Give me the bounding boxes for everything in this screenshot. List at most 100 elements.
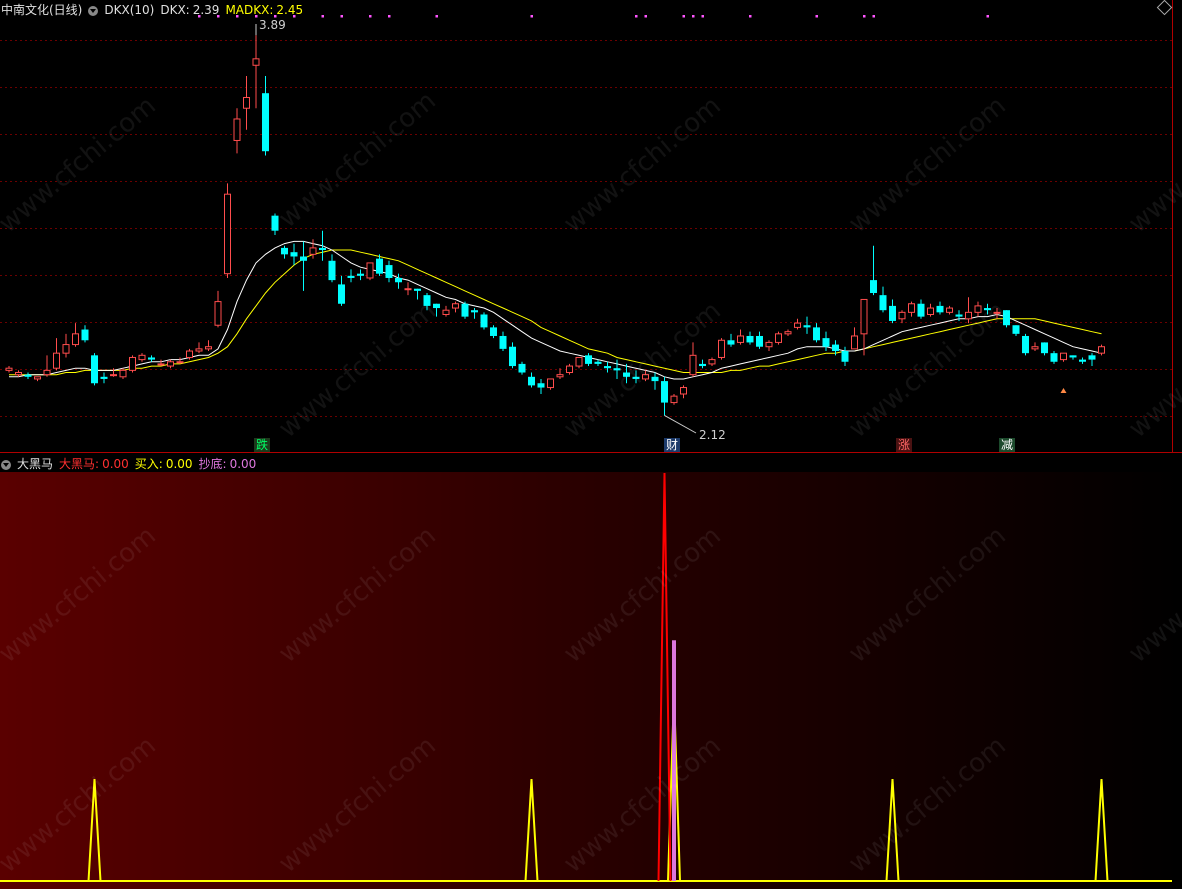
candle-body <box>461 303 469 317</box>
candle-body <box>309 247 317 255</box>
candle-body <box>518 363 526 373</box>
signal-dot <box>815 15 818 18</box>
candle-body <box>395 277 402 283</box>
candle-body <box>205 346 212 350</box>
candle-body <box>490 327 497 336</box>
candle-body <box>680 387 687 395</box>
signal-dot <box>388 15 391 18</box>
candle-body <box>946 307 953 313</box>
candle-body <box>366 262 374 279</box>
signal-dot <box>530 15 533 18</box>
candle-body <box>604 366 611 369</box>
candle-body <box>936 305 944 313</box>
chaodi-value: 0.00 <box>229 457 257 471</box>
candle-body <box>1079 359 1086 362</box>
indicator-name[interactable]: DKX(10) <box>104 3 154 17</box>
signal-tag-cai[interactable]: 财 <box>664 438 681 452</box>
signal-dot <box>635 15 638 18</box>
candle-body <box>803 325 811 328</box>
candle-body <box>737 335 744 343</box>
madkx-label: MADKX: <box>225 3 274 17</box>
candle-body <box>176 361 184 364</box>
candle-body <box>43 369 51 376</box>
candle-body <box>547 378 554 389</box>
candle-body <box>167 361 174 367</box>
candle-body <box>281 247 288 255</box>
sub-indicator-name[interactable]: 大黑马 <box>17 457 53 471</box>
dahema-label: 大黑马: <box>59 457 100 471</box>
candle-body <box>157 363 165 366</box>
madkx-value: 2.45 <box>276 3 304 17</box>
candle-body <box>955 314 963 317</box>
candle-body <box>81 329 89 341</box>
candle-body <box>100 376 108 379</box>
mairu-label: 买入: <box>134 457 163 471</box>
stock-title[interactable]: 中南文化(日线) <box>1 3 82 17</box>
candle-body <box>1050 353 1058 362</box>
candle-body <box>594 361 602 364</box>
dropdown-icon[interactable] <box>1 459 11 470</box>
candle-body <box>148 357 155 360</box>
buy-triangle-icon <box>1060 388 1067 393</box>
signal-dot <box>863 15 866 18</box>
candle-body <box>129 356 136 371</box>
signal-dot <box>872 15 875 18</box>
signal-dot <box>369 15 372 18</box>
candle-body <box>756 335 763 347</box>
candle-body <box>300 256 307 261</box>
candle-body <box>528 376 535 386</box>
candle-body <box>1012 325 1020 334</box>
candle-body <box>357 273 364 276</box>
candle-body <box>917 303 925 317</box>
candle-body <box>889 305 896 321</box>
signal-dot <box>692 15 695 18</box>
dropdown-icon[interactable] <box>88 5 99 16</box>
candle-body <box>1041 342 1048 354</box>
mairu-value: 0.00 <box>165 457 193 471</box>
signal-tag-zhang[interactable]: 涨 <box>896 438 913 452</box>
candle-body <box>670 395 678 404</box>
candle-body <box>898 311 906 320</box>
high-price-label: 3.89 <box>259 18 286 32</box>
candle-body <box>870 280 877 294</box>
candle-body <box>879 295 887 311</box>
low-arrow <box>664 415 697 434</box>
candle-body <box>784 331 792 335</box>
candle-body <box>62 344 70 354</box>
dkx-value: 2.39 <box>192 3 220 17</box>
candle-body <box>271 215 279 231</box>
candle-body <box>1098 346 1105 354</box>
candle-body <box>708 359 716 365</box>
candle-body <box>442 309 450 315</box>
candle-body <box>1069 355 1077 358</box>
candle-body <box>1031 346 1039 350</box>
candle-body <box>433 303 440 309</box>
signal-tag-jian[interactable]: 减 <box>999 438 1016 452</box>
candle-body <box>195 348 203 352</box>
candle-body <box>328 260 336 281</box>
candle-body <box>319 247 326 251</box>
signal-dot <box>340 15 343 18</box>
candle-body <box>718 339 725 358</box>
signal-dot <box>321 15 324 18</box>
candle-body <box>214 301 222 326</box>
candle-body <box>24 374 32 377</box>
candle-body <box>775 333 782 343</box>
candle-body <box>338 284 345 304</box>
candle-body <box>822 338 830 347</box>
signal-tag-die[interactable]: 跌 <box>254 438 271 452</box>
candle-body <box>661 381 668 403</box>
candle-body <box>585 355 592 364</box>
candle-body <box>765 341 773 348</box>
candle-body <box>566 365 573 374</box>
candle-body <box>243 96 250 109</box>
signal-dot <box>644 15 647 18</box>
candle-body <box>908 303 915 313</box>
candle-body <box>813 327 820 341</box>
candle-body <box>290 252 298 257</box>
candle-body <box>575 356 583 367</box>
signal-dot <box>435 15 438 18</box>
main-header: 中南文化(日线) DKX(10) DKX: 2.39 MADKX: 2.45 <box>1 1 309 18</box>
candle-body <box>860 298 868 335</box>
candle-body <box>233 118 241 141</box>
